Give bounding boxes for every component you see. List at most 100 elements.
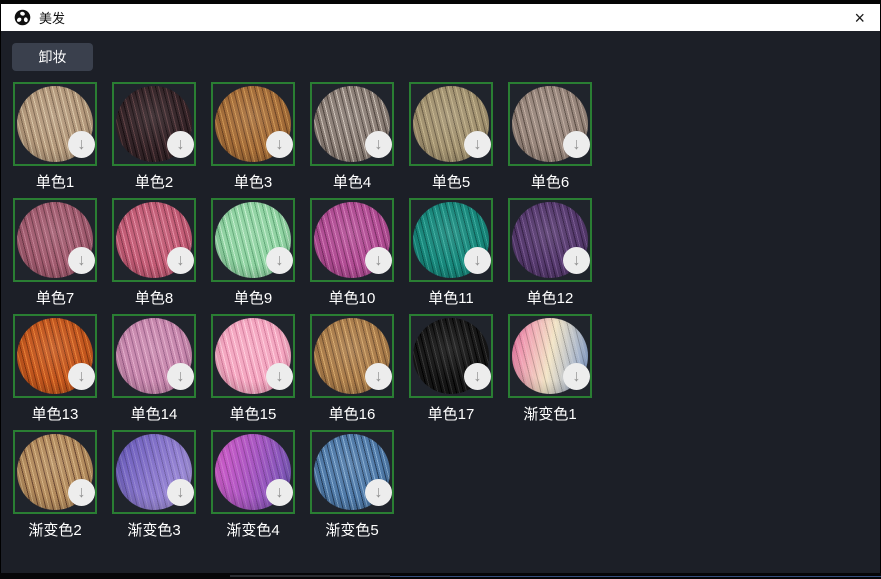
hair-style-label: 单色9 xyxy=(234,290,272,307)
download-badge[interactable]: ↓ xyxy=(464,247,491,274)
download-badge[interactable]: ↓ xyxy=(365,131,392,158)
download-badge[interactable]: ↓ xyxy=(563,131,590,158)
hair-style-label: 渐变色3 xyxy=(127,522,180,539)
hair-style-item[interactable]: ↓ 单色4 xyxy=(310,82,394,191)
download-arrow-icon: ↓ xyxy=(573,253,581,269)
hair-style-label: 单色16 xyxy=(329,406,376,423)
download-badge[interactable]: ↓ xyxy=(266,247,293,274)
hair-style-item[interactable]: ↓ 单色9 xyxy=(211,198,295,307)
hair-style-label: 单色12 xyxy=(527,290,574,307)
hair-style-item[interactable]: ↓ 单色15 xyxy=(211,314,295,423)
hair-style-tile[interactable]: ↓ xyxy=(211,314,295,398)
dialog-titlebar: 美发 × xyxy=(1,4,880,31)
download-arrow-icon: ↓ xyxy=(573,369,581,385)
download-arrow-icon: ↓ xyxy=(573,137,581,153)
hair-style-item[interactable]: ↓ 渐变色3 xyxy=(112,430,196,539)
hair-style-tile[interactable]: ↓ xyxy=(508,198,592,282)
download-badge[interactable]: ↓ xyxy=(464,131,491,158)
hair-dialog-window: 美发 × 卸妆 ↓ 单色1 ↓ 单色2 ↓ 单色3 xyxy=(0,0,881,579)
download-arrow-icon: ↓ xyxy=(375,137,383,153)
hair-style-tile[interactable]: ↓ xyxy=(112,430,196,514)
download-badge[interactable]: ↓ xyxy=(365,247,392,274)
download-arrow-icon: ↓ xyxy=(78,137,86,153)
download-arrow-icon: ↓ xyxy=(474,137,482,153)
hair-style-label: 单色14 xyxy=(131,406,178,423)
hair-style-item[interactable]: ↓ 渐变色4 xyxy=(211,430,295,539)
download-badge[interactable]: ↓ xyxy=(68,247,95,274)
hair-style-tile[interactable]: ↓ xyxy=(13,82,97,166)
hair-style-item[interactable]: ↓ 单色12 xyxy=(508,198,592,307)
hair-style-tile[interactable]: ↓ xyxy=(310,314,394,398)
hair-style-tile[interactable]: ↓ xyxy=(310,82,394,166)
close-button[interactable]: × xyxy=(851,9,868,27)
download-badge[interactable]: ↓ xyxy=(68,131,95,158)
download-badge[interactable]: ↓ xyxy=(68,479,95,506)
download-arrow-icon: ↓ xyxy=(78,485,86,501)
hair-style-tile[interactable]: ↓ xyxy=(409,314,493,398)
hair-style-label: 单色7 xyxy=(36,290,74,307)
hair-style-item[interactable]: ↓ 单色17 xyxy=(409,314,493,423)
hair-style-item[interactable]: ↓ 单色11 xyxy=(409,198,493,307)
hair-style-tile[interactable]: ↓ xyxy=(409,198,493,282)
hair-style-tile[interactable]: ↓ xyxy=(13,198,97,282)
hair-style-tile[interactable]: ↓ xyxy=(13,430,97,514)
download-arrow-icon: ↓ xyxy=(375,485,383,501)
hair-style-item[interactable]: ↓ 单色3 xyxy=(211,82,295,191)
hair-style-item[interactable]: ↓ 单色7 xyxy=(13,198,97,307)
download-badge[interactable]: ↓ xyxy=(365,479,392,506)
hair-style-item[interactable]: ↓ 单色14 xyxy=(112,314,196,423)
hair-style-tile[interactable]: ↓ xyxy=(112,198,196,282)
download-badge[interactable]: ↓ xyxy=(266,479,293,506)
hair-style-item[interactable]: ↓ 单色2 xyxy=(112,82,196,191)
hair-style-item[interactable]: ↓ 单色16 xyxy=(310,314,394,423)
hair-style-tile[interactable]: ↓ xyxy=(112,314,196,398)
background-artifact xyxy=(230,575,390,577)
download-badge[interactable]: ↓ xyxy=(167,363,194,390)
download-badge[interactable]: ↓ xyxy=(167,247,194,274)
download-badge[interactable]: ↓ xyxy=(563,247,590,274)
hair-style-tile[interactable]: ↓ xyxy=(310,430,394,514)
download-badge[interactable]: ↓ xyxy=(266,131,293,158)
download-badge[interactable]: ↓ xyxy=(563,363,590,390)
download-arrow-icon: ↓ xyxy=(78,253,86,269)
download-badge[interactable]: ↓ xyxy=(167,131,194,158)
hair-style-label: 渐变色1 xyxy=(523,406,576,423)
hair-style-item[interactable]: ↓ 渐变色2 xyxy=(13,430,97,539)
hair-style-item[interactable]: ↓ 单色6 xyxy=(508,82,592,191)
hair-style-tile[interactable]: ↓ xyxy=(508,82,592,166)
hair-style-label: 单色11 xyxy=(428,290,474,307)
download-arrow-icon: ↓ xyxy=(177,137,185,153)
hair-style-tile[interactable]: ↓ xyxy=(508,314,592,398)
hair-style-label: 单色6 xyxy=(531,174,569,191)
hair-style-item[interactable]: ↓ 渐变色1 xyxy=(508,314,592,423)
download-arrow-icon: ↓ xyxy=(375,369,383,385)
hair-style-label: 单色2 xyxy=(135,174,173,191)
download-arrow-icon: ↓ xyxy=(78,369,86,385)
download-arrow-icon: ↓ xyxy=(474,253,482,269)
hair-style-tile[interactable]: ↓ xyxy=(409,82,493,166)
download-badge[interactable]: ↓ xyxy=(365,363,392,390)
hair-style-item[interactable]: ↓ 单色13 xyxy=(13,314,97,423)
hair-style-tile[interactable]: ↓ xyxy=(13,314,97,398)
remove-makeup-button[interactable]: 卸妆 xyxy=(12,43,93,71)
download-badge[interactable]: ↓ xyxy=(167,479,194,506)
hair-style-tile[interactable]: ↓ xyxy=(211,82,295,166)
hair-style-tile[interactable]: ↓ xyxy=(211,198,295,282)
download-badge[interactable]: ↓ xyxy=(266,363,293,390)
hair-style-label: 单色1 xyxy=(36,174,74,191)
hair-style-tile[interactable]: ↓ xyxy=(211,430,295,514)
hair-style-item[interactable]: ↓ 单色8 xyxy=(112,198,196,307)
hair-style-item[interactable]: ↓ 单色10 xyxy=(310,198,394,307)
hair-style-tile[interactable]: ↓ xyxy=(310,198,394,282)
download-arrow-icon: ↓ xyxy=(474,369,482,385)
download-badge[interactable]: ↓ xyxy=(68,363,95,390)
hair-style-label: 单色4 xyxy=(333,174,371,191)
hair-style-item[interactable]: ↓ 单色1 xyxy=(13,82,97,191)
download-arrow-icon: ↓ xyxy=(276,485,284,501)
hair-style-label: 单色8 xyxy=(135,290,173,307)
hair-style-item[interactable]: ↓ 渐变色5 xyxy=(310,430,394,539)
hair-style-item[interactable]: ↓ 单色5 xyxy=(409,82,493,191)
hair-style-label: 单色15 xyxy=(230,406,277,423)
hair-style-tile[interactable]: ↓ xyxy=(112,82,196,166)
download-badge[interactable]: ↓ xyxy=(464,363,491,390)
